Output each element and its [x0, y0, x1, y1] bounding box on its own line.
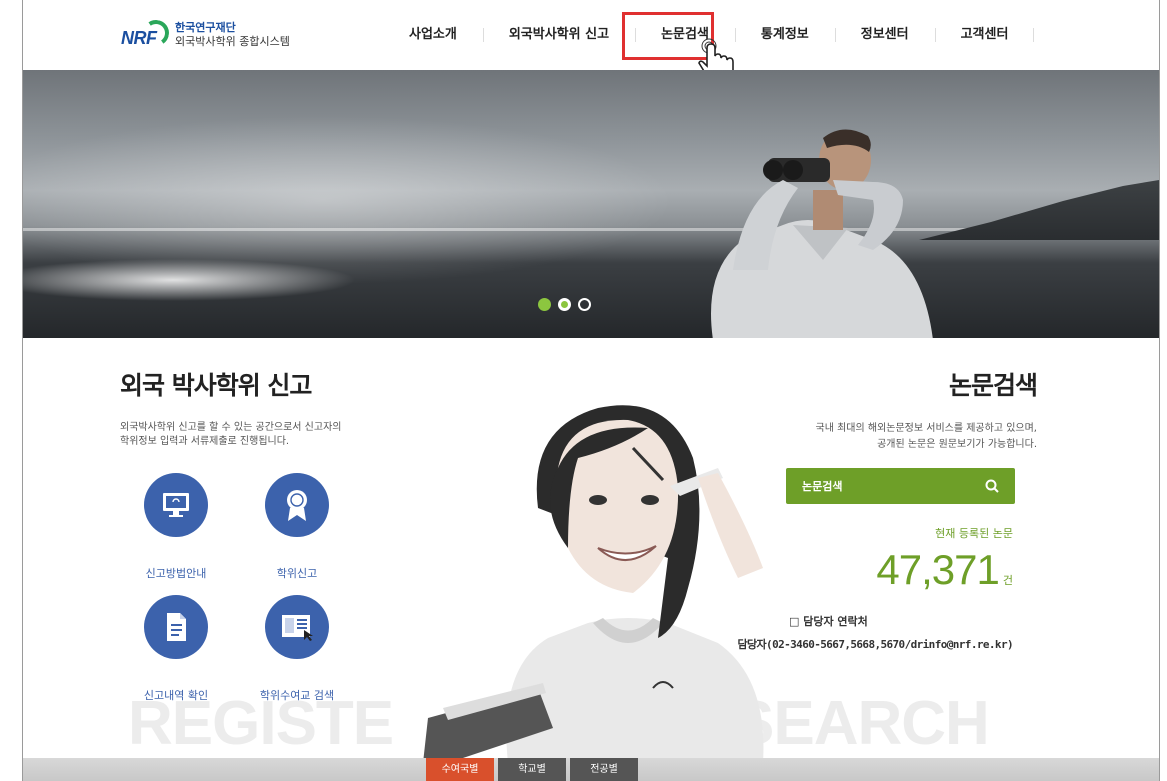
- nav-degree-report[interactable]: 외국박사학위 신고: [482, 25, 635, 45]
- thesis-count-unit: 건: [1002, 574, 1013, 587]
- thesis-count-number: 47,371: [876, 546, 999, 593]
- degree-report-label: 학위신고: [276, 567, 318, 580]
- nav-customer-center[interactable]: 고객센터: [934, 25, 1035, 45]
- tab-by-major[interactable]: 전공별: [570, 758, 638, 781]
- award-ribbon-icon: [265, 473, 329, 537]
- report-history-label: 신고내역 확인: [143, 689, 209, 702]
- site-header: NRF 한국연구재단 외국박사학위 종합시스템 사업소개 외국박사학위 신고 논…: [23, 0, 1159, 83]
- register-description: 외국박사학위 신고를 할 수 있는 공간으로서 신고자의 학위정보 입력과 서류…: [120, 422, 342, 447]
- nav-statistics[interactable]: 통계정보: [734, 25, 835, 45]
- report-guide-label: 신고방법안내: [145, 567, 207, 580]
- slider-dot-1[interactable]: [538, 298, 551, 311]
- thesis-search-button[interactable]: 논문검색: [786, 468, 1015, 504]
- thesis-search-title: 논문검색: [948, 371, 1038, 400]
- logo-org-name: 한국연구재단: [175, 21, 236, 34]
- contact-title: □ 담당자 연락처: [789, 615, 868, 628]
- report-history-button[interactable]: 신고내역 확인: [116, 595, 236, 703]
- slider-dot-3[interactable]: [578, 298, 591, 311]
- report-guide-button[interactable]: 신고방법안내: [116, 473, 236, 581]
- nav-about[interactable]: 사업소개: [383, 25, 483, 45]
- document-icon: [144, 595, 208, 659]
- logo-text: 한국연구재단 외국박사학위 종합시스템: [175, 21, 290, 49]
- hero-banner: [23, 70, 1159, 338]
- hero-man-with-binoculars: [711, 129, 933, 338]
- registered-thesis-count: 47,371 건: [876, 546, 1013, 594]
- university-search-label: 학위수여교 검색: [259, 689, 335, 702]
- main-content: REGISTE SEARCH 외국 박사학위 신고 외국박사학위 신고를 할 수…: [23, 338, 1159, 763]
- search-icon: [985, 479, 999, 493]
- search-window-icon: [265, 595, 329, 659]
- register-title: 외국 박사학위 신고: [120, 371, 312, 400]
- slider-dots: [538, 298, 591, 311]
- tab-by-country[interactable]: 수여국별: [426, 758, 494, 781]
- contact-info: 담당자(02-3460-5667,5668,5670/drinfo@nrf.re…: [737, 638, 1014, 651]
- logo-system-name: 외국박사학위 종합시스템: [175, 35, 290, 48]
- university-search-button[interactable]: 학위수여교 검색: [237, 595, 357, 703]
- statistics-tabs: 수여국별 학교별 전공별: [426, 758, 642, 781]
- thesis-search-button-label: 논문검색: [802, 480, 843, 493]
- monitor-icon: [144, 473, 208, 537]
- nav-thesis-search[interactable]: 논문검색: [635, 25, 735, 45]
- tab-by-school[interactable]: 학교별: [498, 758, 566, 781]
- registered-thesis-label: 현재 등록된 논문: [935, 527, 1013, 540]
- slider-dot-2[interactable]: [558, 298, 571, 311]
- bottom-tab-bar: 수여국별 학교별 전공별: [23, 758, 1159, 781]
- degree-report-button[interactable]: 학위신고: [237, 473, 357, 581]
- page-frame: NRF 한국연구재단 외국박사학위 종합시스템 사업소개 외국박사학위 신고 논…: [22, 0, 1160, 781]
- nrf-logo[interactable]: NRF 한국연구재단 외국박사학위 종합시스템: [121, 17, 290, 50]
- main-nav: 사업소개 외국박사학위 신고 논문검색 통계정보 정보센터 고객센터: [383, 0, 1035, 70]
- nav-info-center[interactable]: 정보센터: [834, 25, 935, 45]
- thesis-search-description: 국내 최대의 해외논문정보 서비스를 제공하고 있으며, 공개된 논문은 원문보…: [815, 423, 1037, 450]
- nrf-logo-mark: NRF: [121, 17, 172, 50]
